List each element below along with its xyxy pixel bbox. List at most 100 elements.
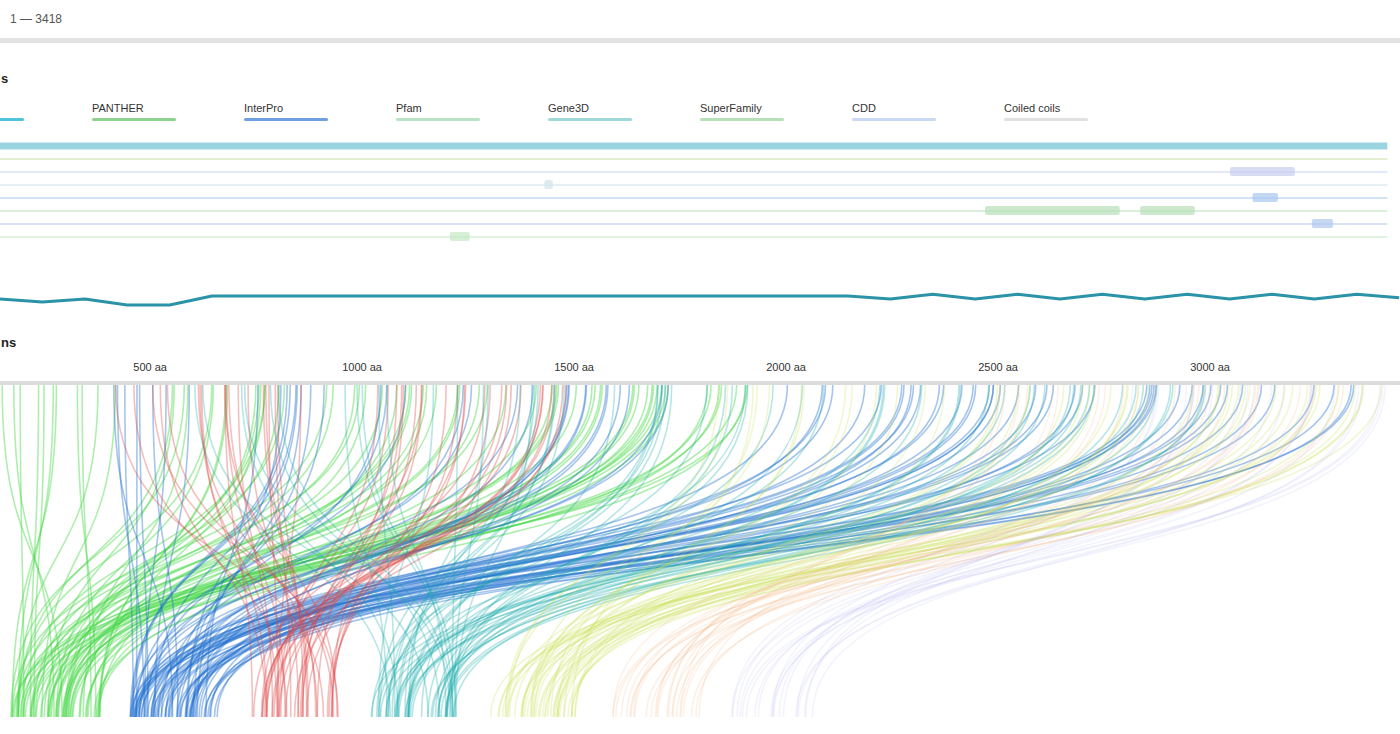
- alignment-link: [740, 385, 1254, 717]
- track[interactable]: [0, 159, 1387, 160]
- legend-swatch: [0, 118, 24, 121]
- alignment-link: [616, 385, 1256, 717]
- axis-tick: 2000 aa: [766, 361, 807, 373]
- alignment-link: [555, 385, 1127, 717]
- legend-item[interactable]: SuperFamily: [700, 101, 784, 131]
- alignment-link: [137, 385, 1221, 717]
- legend-swatch: [700, 118, 784, 121]
- alignment-link: [41, 385, 711, 717]
- alignment-link: [681, 385, 1154, 717]
- track[interactable]: [0, 219, 1387, 228]
- alignment-link: [362, 385, 456, 717]
- legend-label: CDD: [852, 101, 936, 115]
- domains-title: s: [0, 71, 1400, 87]
- alignment-link: [357, 385, 453, 717]
- alignment-link: [779, 385, 1212, 717]
- legend-item[interactable]: CDD: [852, 101, 936, 131]
- alignment-link: [203, 385, 428, 717]
- legend-item[interactable]: PANTHER: [92, 101, 176, 131]
- axis-tick: 1500 aa: [554, 361, 595, 373]
- alignment-link: [499, 385, 1316, 717]
- alignment-link: [87, 385, 552, 717]
- profile-line: [0, 294, 1399, 305]
- alignment-link: [692, 385, 1311, 717]
- alignment-link: [77, 385, 95, 717]
- alignment-link: [630, 385, 1314, 717]
- alignment-link: [242, 385, 399, 717]
- track[interactable]: [0, 180, 1387, 189]
- legend-label: Gene3D: [548, 101, 632, 115]
- alignment-link: [491, 385, 1320, 717]
- alignment-link: [771, 385, 1284, 717]
- track-segment[interactable]: [1312, 219, 1333, 228]
- domain-tracks: [0, 131, 1400, 241]
- legend-item[interactable]: InterPro: [244, 101, 328, 131]
- legend-item[interactable]: Gene3D: [548, 101, 632, 131]
- alignment-link: [198, 385, 317, 717]
- track[interactable]: [0, 232, 1387, 241]
- alignment-link: [613, 385, 1258, 717]
- alignment-link: [621, 385, 1138, 717]
- track-segment[interactable]: [1140, 206, 1195, 215]
- track[interactable]: [0, 146, 1387, 147]
- track-line: [0, 223, 1387, 225]
- track-line: [0, 184, 1387, 186]
- alignment-link: [386, 385, 707, 717]
- track-segment[interactable]: [1252, 193, 1277, 202]
- alignment-link: [521, 385, 1250, 717]
- alignment-link: [651, 385, 1338, 717]
- track-segment[interactable]: [1230, 167, 1295, 176]
- position-axis: 500 aa1000 aa1500 aa2000 aa2500 aa3000 a…: [0, 351, 1400, 385]
- track-segment[interactable]: [985, 206, 1120, 215]
- legend-label: Coiled coils: [1004, 101, 1088, 115]
- alignment-link: [696, 385, 1259, 717]
- alignment-link: [773, 385, 1336, 717]
- alignment-link: [667, 385, 1019, 717]
- track[interactable]: [0, 167, 1387, 176]
- alignment-link: [774, 385, 1312, 717]
- positions-title: ns: [0, 335, 1400, 351]
- alignment-link: [539, 385, 1308, 717]
- alignment-diagram: [0, 385, 1400, 734]
- alignment-link: [58, 385, 537, 717]
- axis-tick: 3000 aa: [1190, 361, 1231, 373]
- alignment-link: [379, 385, 395, 717]
- alignment-link: [758, 385, 1271, 717]
- track-line: [0, 197, 1387, 199]
- axis-tick: 1000 aa: [342, 361, 383, 373]
- legend-swatch: [244, 118, 328, 121]
- axis-tick: 500 aa: [133, 361, 168, 373]
- alignment-link: [377, 385, 658, 717]
- legend: PANTHER InterPro Pfam Gene3D SuperFamily CDD C…: [0, 101, 1400, 131]
- legend-item[interactable]: Pfam: [396, 101, 480, 131]
- alignment-link: [116, 385, 324, 717]
- alignment-link: [136, 385, 1334, 717]
- alignment-link: [755, 385, 1312, 717]
- alignment-link: [195, 385, 390, 717]
- alignment-link: [558, 385, 1293, 717]
- track[interactable]: [0, 193, 1387, 202]
- alignment-link: [507, 385, 1276, 717]
- track-segment[interactable]: [544, 180, 552, 189]
- legend-label: [0, 101, 24, 115]
- alignment-link: [63, 385, 577, 717]
- alignment-link: [139, 385, 586, 717]
- legend-swatch: [92, 118, 176, 121]
- track[interactable]: [0, 206, 1387, 215]
- legend-swatch: [548, 118, 632, 121]
- alignment-link: [813, 385, 1359, 717]
- legend-item[interactable]: [0, 101, 24, 131]
- range-label: 1 — 3418: [10, 12, 62, 26]
- alignment-link: [19, 385, 98, 717]
- alignment-link: [80, 385, 366, 717]
- legend-swatch: [396, 118, 480, 121]
- alignment-link: [732, 385, 1240, 717]
- alignment-link: [784, 385, 1194, 717]
- legend-label: SuperFamily: [700, 101, 784, 115]
- legend-item[interactable]: Coiled coils: [1004, 101, 1088, 131]
- alignment-link: [560, 385, 1356, 717]
- legend-label: PANTHER: [92, 101, 176, 115]
- track-segment[interactable]: [450, 232, 470, 241]
- alignment-link: [527, 385, 1285, 717]
- alignment-link: [56, 385, 557, 717]
